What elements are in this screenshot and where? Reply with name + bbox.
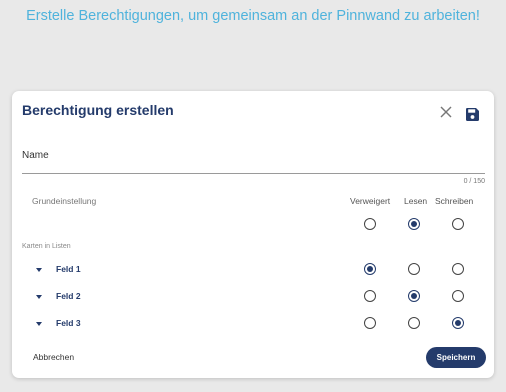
column-header-read: Lesen: [404, 196, 428, 206]
row-1-chevron-down-icon[interactable]: [36, 268, 42, 272]
permission-dialog: Berechtigung erstellen Name 0 / 150 Grun…: [12, 91, 494, 378]
name-field-label: Name: [22, 150, 49, 161]
save-button[interactable]: Speichern: [426, 347, 486, 368]
row-3-radio-read[interactable]: [408, 317, 420, 329]
row-3-radio-write[interactable]: [452, 317, 464, 329]
row-1-radio-write[interactable]: [452, 263, 464, 275]
row-2-radio-write[interactable]: [452, 290, 464, 302]
row-3-radio-denied[interactable]: [364, 317, 376, 329]
row-1-radio-read[interactable]: [408, 263, 420, 275]
column-header-denied: Verweigert: [350, 196, 391, 206]
row-2-label: Feld 2: [56, 291, 81, 301]
row-1-label: Feld 1: [56, 264, 81, 274]
default-radio-denied[interactable]: [364, 218, 376, 230]
row-2-chevron-down-icon[interactable]: [36, 295, 42, 299]
default-radio-write[interactable]: [452, 218, 464, 230]
section-label-cards: Karten in Listen: [22, 243, 71, 250]
dialog-title: Berechtigung erstellen: [22, 102, 174, 118]
floppy-disk-icon[interactable]: [466, 108, 479, 121]
row-3-chevron-down-icon[interactable]: [36, 322, 42, 326]
row-2-radio-denied[interactable]: [364, 290, 376, 302]
row-3-label: Feld 3: [56, 318, 81, 328]
default-setting-label: Grundeinstellung: [32, 196, 97, 206]
row-1-radio-denied[interactable]: [364, 263, 376, 275]
row-2-radio-read[interactable]: [408, 290, 420, 302]
page-banner: Erstelle Berechtigungen, um gemeinsam an…: [26, 8, 480, 24]
default-radio-read[interactable]: [408, 218, 420, 230]
character-counter: 0 / 150: [463, 178, 485, 185]
column-header-write: Schreiben: [435, 196, 474, 206]
close-icon[interactable]: [439, 105, 453, 119]
cancel-button[interactable]: Abbrechen: [33, 352, 74, 362]
name-field[interactable]: Name: [22, 148, 485, 174]
